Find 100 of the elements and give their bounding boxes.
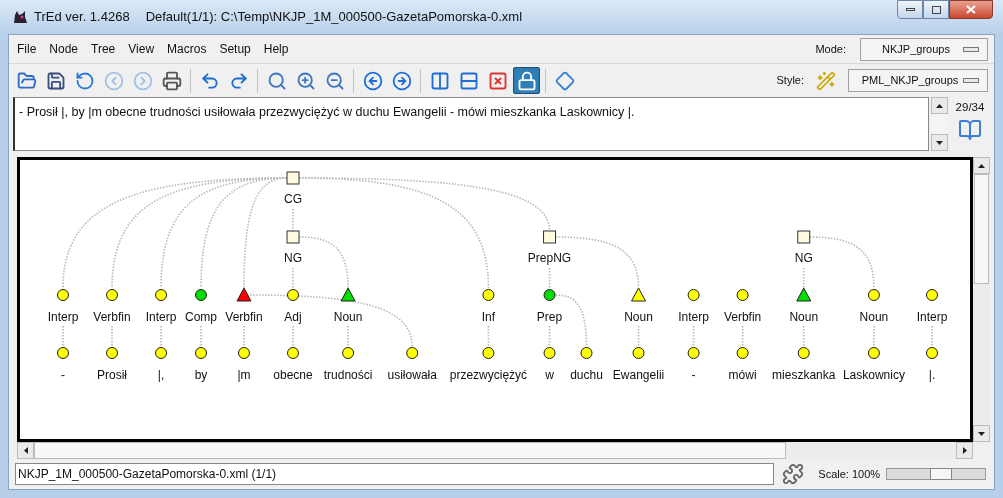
word-node[interactable] [342,347,355,359]
document-path: Default(1/1): C:\Temp\NKJP_1M_000500-GazetaPomorska-0.xml [145,8,523,27]
tag-node-triangle[interactable] [631,287,647,302]
tag-node-circle[interactable] [543,289,556,301]
slider-thumb[interactable] [929,468,952,480]
zoom-out-icon [324,70,345,91]
tag-node-circle[interactable] [926,289,938,301]
tag-node-circle[interactable] [195,289,207,301]
tag-node-circle[interactable] [736,289,749,301]
forward-icon [132,70,153,91]
word-label: mieszkanka [772,368,836,382]
tree-canvas[interactable] [17,157,973,442]
word-node[interactable] [57,347,69,359]
menu-item[interactable]: File [17,40,37,58]
tag-node-triangle[interactable] [236,287,252,302]
word-label: usiłowała [387,368,437,382]
tag-node-circle[interactable] [867,289,880,301]
word-node[interactable] [543,347,556,359]
tag-node-triangle[interactable] [340,287,356,302]
group-node[interactable] [286,171,300,185]
dropdown[interactable]: NKJP_groups [860,37,988,61]
word-node[interactable] [926,347,938,359]
tag-node-circle[interactable] [155,289,168,301]
down-arrow-icon [936,140,943,145]
group-node[interactable] [286,230,300,244]
word-node[interactable] [482,347,495,359]
rows-icon [458,70,479,91]
tag-label: Verbfin [723,310,762,324]
tag-label: Interp [916,310,948,324]
word-node[interactable] [632,347,645,359]
group-node[interactable] [543,230,557,244]
word-node[interactable] [238,347,250,359]
tag-label: Prep [536,310,563,324]
close-button[interactable] [949,0,993,19]
word-node[interactable] [797,347,810,359]
tag-node-circle[interactable] [287,289,299,301]
scroll-up-button[interactable] [973,157,990,174]
tag-node-circle[interactable] [106,289,119,301]
puzzle-icon[interactable] [782,463,805,485]
undo-icon [199,70,220,91]
group-label: NG [284,251,302,265]
window-title: TrEd ver. 1.4268 [34,8,130,27]
vertical-scrollbar[interactable] [973,157,990,442]
word-node[interactable] [736,347,749,359]
scroll-left-button[interactable] [17,442,34,459]
menu-item[interactable]: Tree [91,40,116,58]
zoom-in-icon [295,70,316,91]
edge-line [292,267,294,289]
minimize-button[interactable] [897,0,923,19]
word-node[interactable] [867,347,880,359]
word-label: Laskownicy [842,368,905,382]
scroll-down-button[interactable] [931,134,948,151]
scroll-thumb[interactable] [34,442,786,459]
scroll-right-button[interactable] [956,442,973,459]
edge-line [243,325,245,348]
tag-node-triangle[interactable] [796,287,812,302]
word-node[interactable] [195,347,207,359]
print-icon [161,70,182,91]
word-node[interactable] [580,347,593,359]
book-icon[interactable] [958,118,982,143]
scroll-thumb[interactable] [974,174,989,284]
group-node[interactable] [797,230,811,244]
menu-item[interactable]: Macros [167,40,207,58]
word-node[interactable] [687,347,700,359]
tag-node-circle[interactable] [57,289,69,301]
word-label: |m [237,368,251,382]
save-icon [45,70,66,91]
menu-item[interactable]: Setup [219,40,251,58]
diamond-icon [554,70,575,91]
tag-node-circle[interactable] [482,289,495,301]
menu-item[interactable]: View [128,40,155,58]
tag-label: Inf [481,310,496,324]
maximize-button[interactable] [923,0,949,19]
scroll-down-button[interactable] [973,425,990,442]
previous-icon [362,70,383,91]
tag-node-circle[interactable] [687,289,700,301]
toolbar-button[interactable] [513,67,540,94]
circular-arrow-icon [74,70,95,91]
mode-label: Mode: [815,41,846,57]
word-node[interactable] [406,347,419,359]
word-label: mówi [728,368,757,382]
word-node[interactable] [155,347,168,359]
group-label: NG [794,251,813,265]
word-node[interactable] [106,347,119,359]
close-pane-icon [487,70,508,91]
scroll-up-button[interactable] [931,97,948,114]
menu-item[interactable]: Node [49,40,79,58]
word-node[interactable] [287,347,299,359]
word-label: trudności [323,368,373,382]
dropdown-indicator-icon [963,46,979,52]
tag-label: Interp [678,310,709,324]
dropdown[interactable]: PML_NKJP_groups [848,69,988,92]
search-icon [266,70,287,91]
edge-line [802,325,805,348]
scale-slider[interactable] [886,468,986,480]
menu-item[interactable]: Help [263,40,289,58]
tag-label: Noun [859,310,889,324]
horizontal-scrollbar[interactable] [17,442,973,459]
tag-label: Noun [789,310,819,324]
sentence-scrollbar[interactable] [931,97,948,151]
